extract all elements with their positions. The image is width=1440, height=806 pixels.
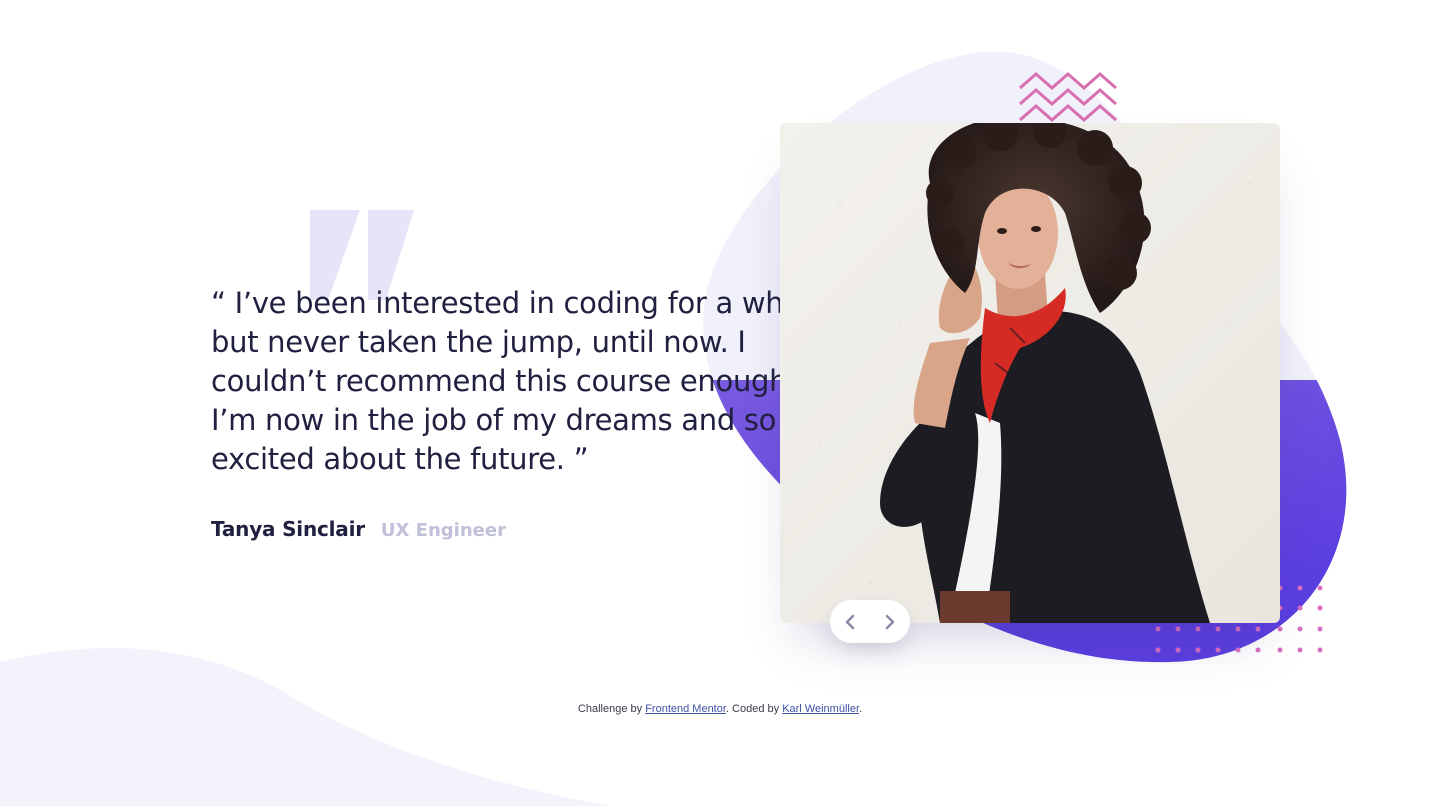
- attribution-suffix: .: [859, 703, 863, 715]
- author-role: UX Engineer: [380, 520, 506, 541]
- portrait-image: [780, 123, 1280, 623]
- author-link[interactable]: Karl Weinmüller: [782, 703, 859, 715]
- slider-navigation: [830, 600, 910, 643]
- testimonial-quote: “ I’ve been interested in coding for a w…: [211, 286, 817, 476]
- next-button[interactable]: [870, 600, 910, 643]
- frontend-mentor-link[interactable]: Frontend Mentor: [645, 703, 726, 715]
- zigzag-pattern-icon: [1019, 72, 1117, 122]
- testimonial-photo: [780, 123, 1280, 623]
- chevron-right-icon: [885, 614, 895, 629]
- attribution-prefix: Challenge by: [577, 703, 646, 715]
- chevron-left-icon: [845, 614, 855, 629]
- author-name: Tanya Sinclair: [211, 517, 365, 541]
- testimonial-page: “ I’ve been interested in coding for a w…: [0, 0, 1440, 806]
- author-info: Tanya Sinclair UX Engineer: [211, 517, 506, 541]
- attribution-footer: Challenge by Frontend Mentor. Coded by K…: [0, 703, 1440, 715]
- attribution-middle: . Coded by: [725, 703, 783, 715]
- previous-button[interactable]: [830, 600, 870, 643]
